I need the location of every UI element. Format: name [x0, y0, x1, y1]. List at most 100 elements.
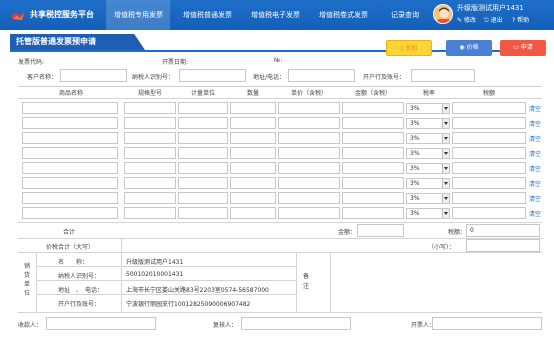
tax-amount-input[interactable] [452, 207, 526, 219]
spec-input[interactable] [124, 147, 176, 159]
buyer-bank-input[interactable] [411, 69, 475, 82]
quantity-input[interactable] [230, 207, 276, 219]
nav-electronic-invoice[interactable]: 增值税电子发票 [251, 0, 300, 30]
modify-link[interactable]: ✎ 修改 [457, 15, 476, 24]
apply-button[interactable]: ▭ 申请 [500, 40, 546, 56]
product-name-input[interactable] [22, 132, 118, 144]
tax-rate-select[interactable]: 3% [406, 148, 450, 159]
product-name-input[interactable] [22, 177, 118, 189]
quantity-input[interactable] [230, 147, 276, 159]
unit-input[interactable] [178, 207, 228, 219]
total-tax-input[interactable]: 0 [466, 224, 540, 237]
amount-input[interactable] [342, 162, 404, 174]
product-name-input[interactable] [22, 162, 118, 174]
nav-normal-invoice[interactable]: 增值税普通发票 [183, 0, 232, 30]
logout-link[interactable]: ⎋ 退出 [484, 15, 503, 25]
clear-row-link[interactable]: 清空 [529, 209, 541, 218]
unit-price-input[interactable] [278, 162, 340, 174]
tax-rate-select[interactable]: 3% [406, 178, 450, 189]
clear-row-link[interactable]: 清空 [529, 104, 541, 113]
discount-button[interactable]: ▯ 折扣 [386, 40, 432, 56]
unit-input[interactable] [178, 132, 228, 144]
unit-price-input[interactable] [278, 192, 340, 204]
quantity-input[interactable] [230, 102, 276, 114]
unit-price-input[interactable] [278, 177, 340, 189]
tax-rate-select[interactable]: 3% [406, 103, 450, 114]
product-name-input[interactable] [22, 117, 118, 129]
unit-input[interactable] [178, 162, 228, 174]
total-amount-input[interactable] [357, 224, 404, 237]
tax-rate-select[interactable]: 3% [406, 193, 450, 204]
amount-input[interactable] [342, 207, 404, 219]
unit-price-input[interactable] [278, 117, 340, 129]
reviewer-input[interactable] [241, 317, 351, 330]
clear-row-link[interactable]: 清空 [529, 164, 541, 173]
spec-input[interactable] [124, 207, 176, 219]
tax-rate-value: 3% [410, 150, 420, 157]
tax-rate-select[interactable]: 3% [406, 133, 450, 144]
spec-input[interactable] [124, 117, 176, 129]
spec-input[interactable] [124, 162, 176, 174]
drawer-input[interactable] [432, 317, 542, 330]
amount-input[interactable] [342, 132, 404, 144]
price-button[interactable]: ◉ 价格 [446, 40, 492, 56]
tax-rate-select[interactable]: 3% [406, 118, 450, 129]
help-link[interactable]: ? 帮助 [512, 15, 529, 24]
tax-amount-input[interactable] [452, 117, 526, 129]
amount-input[interactable] [342, 192, 404, 204]
spec-input[interactable] [124, 177, 176, 189]
unit-input[interactable] [178, 117, 228, 129]
nav-record-query[interactable]: 记录查询 [391, 0, 419, 30]
seller-remark-split [296, 252, 297, 312]
unit-input[interactable] [178, 177, 228, 189]
seller-value-split [121, 252, 122, 312]
quantity-input[interactable] [230, 192, 276, 204]
user-avatar[interactable] [433, 4, 453, 24]
invoice-number-label: №: [274, 57, 283, 64]
unit-input[interactable] [178, 147, 228, 159]
tax-amount-input[interactable] [452, 132, 526, 144]
payee-input[interactable] [46, 317, 156, 330]
spec-input[interactable] [124, 132, 176, 144]
unit-input[interactable] [178, 192, 228, 204]
tax-amount-input[interactable] [452, 162, 526, 174]
small-amount-input[interactable] [466, 239, 540, 252]
spec-input[interactable] [124, 192, 176, 204]
tax-amount-input[interactable] [452, 147, 526, 159]
quantity-input[interactable] [230, 132, 276, 144]
buyer-address-input[interactable] [288, 69, 355, 82]
clear-row-link[interactable]: 清空 [529, 149, 541, 158]
unit-input[interactable] [178, 102, 228, 114]
quantity-input[interactable] [230, 162, 276, 174]
nav-special-invoice[interactable]: 增值税专用发票 [106, 0, 170, 30]
unit-price-input[interactable] [278, 132, 340, 144]
clear-row-link[interactable]: 清空 [529, 179, 541, 188]
clear-row-link[interactable]: 清空 [529, 194, 541, 203]
product-name-input[interactable] [22, 147, 118, 159]
tax-amount-input[interactable] [452, 192, 526, 204]
clear-row-link[interactable]: 清空 [529, 134, 541, 143]
tax-amount-input[interactable] [452, 177, 526, 189]
clear-row-link[interactable]: 清空 [529, 119, 541, 128]
product-name-input[interactable] [22, 207, 118, 219]
spec-input[interactable] [124, 102, 176, 114]
amount-input[interactable] [342, 147, 404, 159]
chevron-down-icon [442, 179, 449, 188]
tax-rate-select[interactable]: 3% [406, 163, 450, 174]
customer-name-input[interactable] [60, 69, 127, 82]
quantity-input[interactable] [230, 177, 276, 189]
total-sum-label: 合计 [63, 229, 76, 236]
nav-roll-invoice[interactable]: 增值税卷式发票 [319, 0, 368, 30]
tax-amount-input[interactable] [452, 102, 526, 114]
unit-price-input[interactable] [278, 147, 340, 159]
tax-rate-select[interactable]: 3% [406, 208, 450, 219]
product-name-input[interactable] [22, 192, 118, 204]
quantity-input[interactable] [230, 117, 276, 129]
product-name-input[interactable] [22, 102, 118, 114]
amount-input[interactable] [342, 117, 404, 129]
unit-price-input[interactable] [278, 102, 340, 114]
amount-input[interactable] [342, 102, 404, 114]
buyer-taxid-input[interactable] [179, 69, 246, 82]
amount-input[interactable] [342, 177, 404, 189]
unit-price-input[interactable] [278, 207, 340, 219]
